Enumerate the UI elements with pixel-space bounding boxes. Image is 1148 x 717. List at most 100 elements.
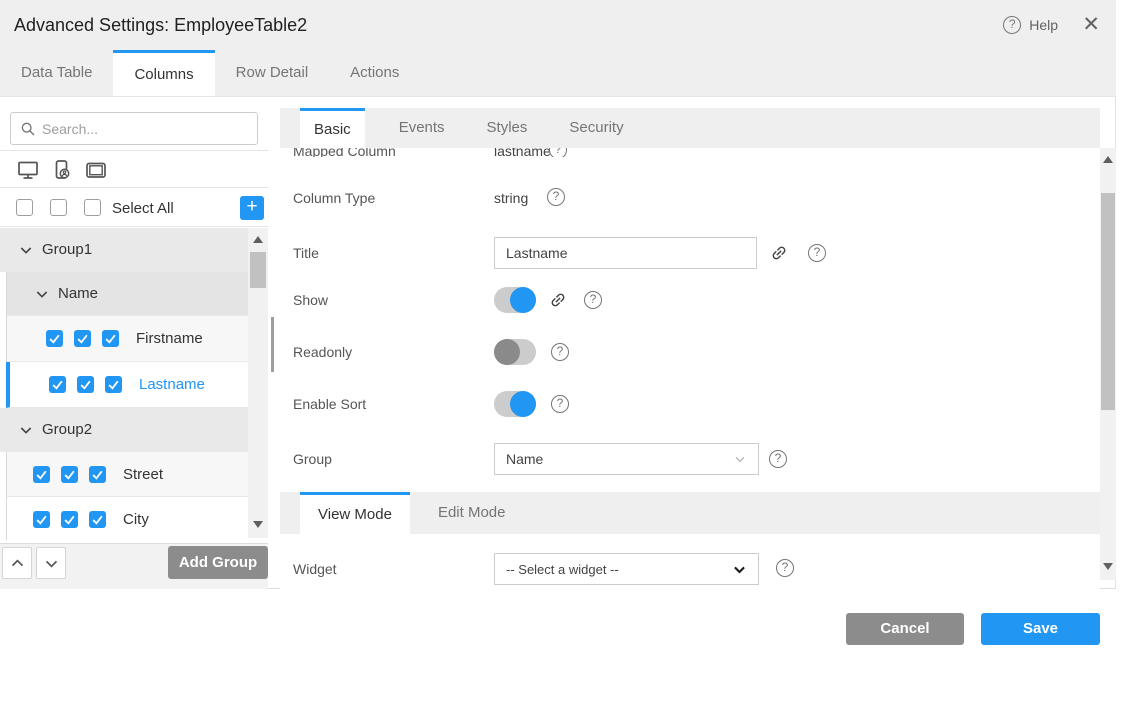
- enable-sort-label: Enable Sort: [293, 396, 366, 412]
- cancel-button[interactable]: Cancel: [846, 613, 964, 645]
- group-header-name[interactable]: Name: [6, 272, 268, 316]
- select-all-mobile-checkbox[interactable]: [50, 199, 67, 216]
- scroll-down-icon[interactable]: [253, 521, 263, 528]
- device-toggle-row: [0, 152, 268, 188]
- select-all-desktop-checkbox[interactable]: [16, 199, 33, 216]
- add-column-button[interactable]: +: [240, 196, 264, 220]
- chevron-down-icon: [34, 286, 50, 302]
- group-select[interactable]: Name: [494, 443, 759, 475]
- panel-scrollbar[interactable]: [1100, 148, 1116, 580]
- sidebar-bottom-bar: Add Group: [0, 543, 268, 589]
- desktop-checkbox[interactable]: [46, 330, 63, 347]
- add-group-button[interactable]: Add Group: [168, 546, 268, 579]
- question-icon[interactable]: ?: [549, 148, 567, 157]
- column-settings-panel: Basic Events Styles Security Mapped Colu…: [280, 97, 1100, 589]
- title-input[interactable]: [494, 237, 757, 269]
- select-all-label: Select All: [112, 200, 174, 217]
- question-icon[interactable]: ?: [547, 188, 565, 206]
- chevron-up-icon: [9, 555, 26, 572]
- question-icon[interactable]: ?: [776, 559, 794, 577]
- chevron-down-icon: [731, 561, 748, 578]
- chevron-down-icon: [18, 242, 34, 258]
- link-icon[interactable]: [545, 287, 570, 312]
- desktop-checkbox[interactable]: [33, 511, 50, 528]
- mobile-checkbox[interactable]: [74, 330, 91, 347]
- chevron-down-icon: [18, 422, 34, 438]
- group-select-value: Name: [506, 451, 732, 467]
- main-tabbar: Data Table Columns Row Detail Actions: [0, 50, 1116, 97]
- tab-actions[interactable]: Actions: [329, 50, 420, 96]
- tab-columns[interactable]: Columns: [113, 50, 214, 96]
- dialog-title: Advanced Settings: EmployeeTable2: [14, 0, 307, 50]
- tablet-checkbox[interactable]: [89, 511, 106, 528]
- tab-data-table[interactable]: Data Table: [0, 50, 113, 96]
- widget-select-value: -- Select a widget --: [506, 562, 731, 577]
- column-row-firstname[interactable]: Firstname: [6, 316, 268, 362]
- enable-sort-toggle[interactable]: [494, 391, 536, 417]
- tab-view-mode[interactable]: View Mode: [300, 492, 410, 534]
- group-header-group1[interactable]: Group1: [0, 228, 268, 272]
- tab-row-detail[interactable]: Row Detail: [215, 50, 330, 96]
- mobile-checkbox[interactable]: [77, 376, 94, 393]
- mapped-column-value: lastname: [494, 148, 551, 157]
- scrollbar-thumb[interactable]: [1101, 193, 1115, 410]
- group-label: Name: [58, 285, 98, 302]
- group-label: Group: [293, 451, 332, 467]
- column-row-lastname[interactable]: Lastname: [6, 362, 268, 408]
- desktop-checkbox[interactable]: [49, 376, 66, 393]
- desktop-checkbox[interactable]: [33, 466, 50, 483]
- tab-edit-mode[interactable]: Edit Mode: [420, 492, 524, 534]
- help-label: Help: [1029, 17, 1058, 33]
- column-label: Lastname: [139, 376, 205, 393]
- panel-divider-scrollbar[interactable]: [271, 317, 274, 372]
- widget-label: Widget: [293, 561, 337, 577]
- question-icon[interactable]: ?: [769, 450, 787, 468]
- widget-row: Widget -- Select a widget -- ?: [280, 553, 1100, 585]
- question-icon[interactable]: ?: [551, 395, 569, 413]
- mobile-icon[interactable]: [50, 158, 74, 182]
- tablet-checkbox[interactable]: [105, 376, 122, 393]
- tab-styles[interactable]: Styles: [473, 108, 542, 148]
- show-toggle[interactable]: [494, 287, 536, 313]
- widget-select[interactable]: -- Select a widget --: [494, 553, 759, 585]
- question-icon[interactable]: ?: [808, 244, 826, 262]
- mobile-checkbox[interactable]: [61, 511, 78, 528]
- close-icon[interactable]: ✕: [1082, 13, 1100, 37]
- tablet-icon[interactable]: [84, 158, 108, 182]
- sidebar-scrollbar[interactable]: [248, 228, 268, 538]
- group-row: Group Name ?: [280, 443, 1100, 475]
- mapped-column-row: Mapped Column lastname ?: [280, 148, 1100, 157]
- column-type-label: Column Type: [293, 190, 375, 206]
- help-button[interactable]: ? Help: [1003, 0, 1058, 50]
- tablet-checkbox[interactable]: [102, 330, 119, 347]
- column-row-city[interactable]: City: [6, 497, 268, 540]
- move-down-button[interactable]: [36, 547, 66, 579]
- tab-security[interactable]: Security: [555, 108, 637, 148]
- tablet-checkbox[interactable]: [89, 466, 106, 483]
- question-icon[interactable]: ?: [551, 343, 569, 361]
- search-icon: [20, 121, 36, 137]
- scrollbar-thumb[interactable]: [250, 252, 266, 288]
- readonly-label: Readonly: [293, 344, 352, 360]
- question-icon[interactable]: ?: [584, 291, 602, 309]
- search-input[interactable]: [42, 121, 257, 137]
- group-label: Group2: [42, 421, 92, 438]
- move-up-button[interactable]: [2, 547, 32, 579]
- link-icon[interactable]: [766, 240, 791, 265]
- enable-sort-row: Enable Sort ?: [280, 391, 1100, 417]
- select-all-tablet-checkbox[interactable]: [84, 199, 101, 216]
- desktop-icon[interactable]: [16, 158, 40, 182]
- tab-basic[interactable]: Basic: [300, 108, 365, 148]
- group-header-group2[interactable]: Group2: [0, 408, 268, 452]
- readonly-toggle[interactable]: [494, 339, 536, 365]
- scroll-up-icon[interactable]: [253, 236, 263, 243]
- scroll-down-icon[interactable]: [1103, 563, 1113, 570]
- mobile-checkbox[interactable]: [61, 466, 78, 483]
- tab-events[interactable]: Events: [385, 108, 459, 148]
- search-box: [10, 112, 258, 145]
- save-button[interactable]: Save: [981, 613, 1100, 645]
- scroll-up-icon[interactable]: [1103, 156, 1113, 163]
- column-type-row: Column Type string ?: [280, 184, 1100, 212]
- mode-tabbar: View Mode Edit Mode: [280, 492, 1100, 534]
- column-row-street[interactable]: Street: [6, 452, 268, 497]
